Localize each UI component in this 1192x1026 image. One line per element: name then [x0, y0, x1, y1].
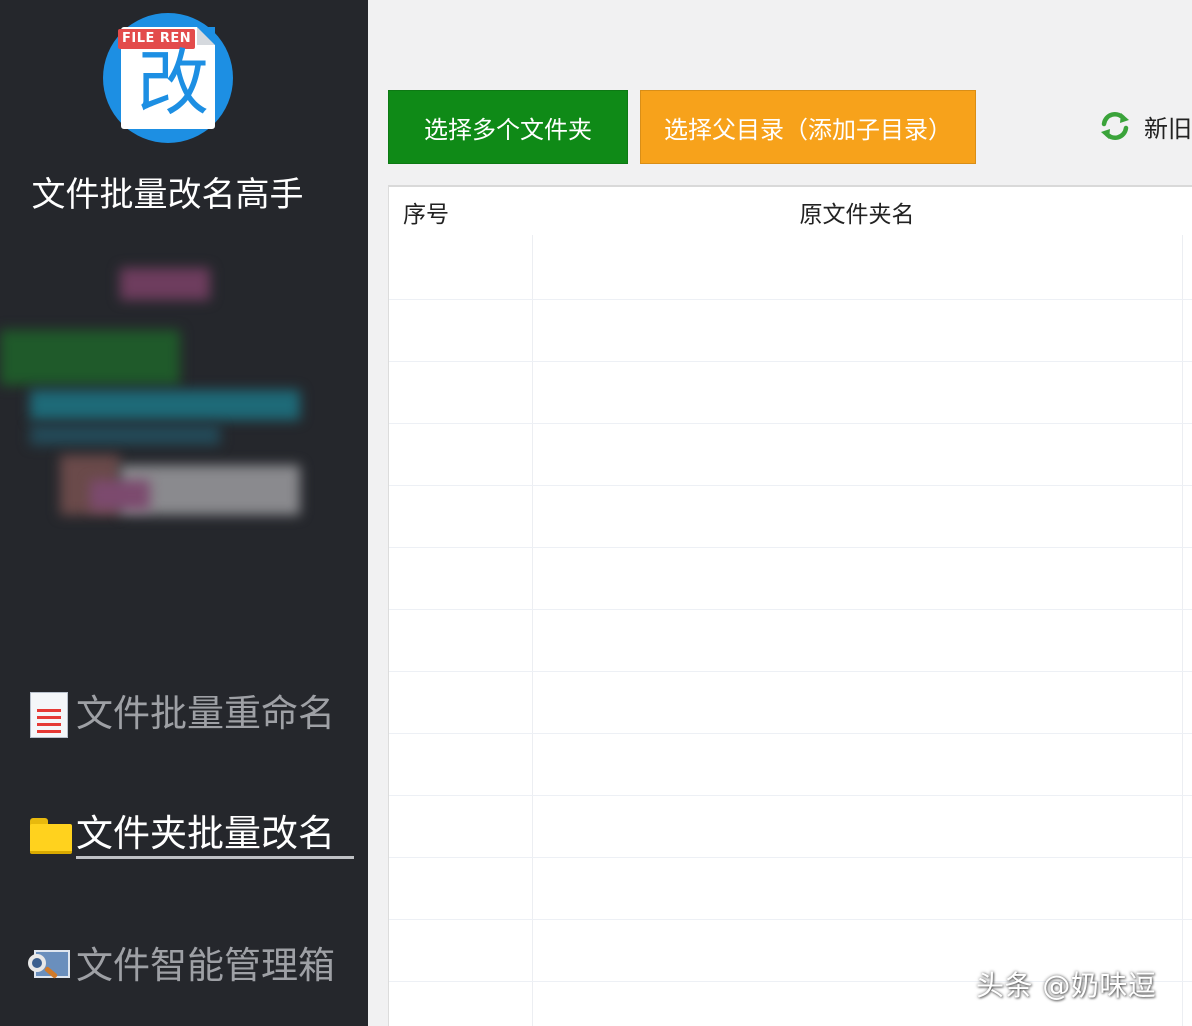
active-indicator: [76, 856, 354, 859]
document-list-icon: [28, 692, 72, 738]
redacted-block: [0, 330, 180, 385]
redacted-block: [30, 390, 300, 420]
sidebar-item-file-manager[interactable]: 文件智能管理箱: [28, 938, 335, 994]
folder-table[interactable]: 序号 原文件夹名: [388, 185, 1192, 1026]
watermark: 头条 @奶味逗: [976, 969, 1157, 1002]
column-header-original-name[interactable]: 原文件夹名: [531, 187, 1183, 235]
row-divider: [389, 361, 1192, 362]
sidebar: FILE REN 改 文件批量改名高手 文件批量重命名 文件夹批量改名 文件智能…: [0, 0, 368, 1026]
button-label: 选择父目录（添加子目录）: [664, 115, 952, 144]
row-divider: [389, 795, 1192, 796]
refresh-label: 新旧: [1144, 114, 1192, 143]
sidebar-item-file-rename[interactable]: 文件批量重命名: [28, 686, 335, 742]
refresh-icon: [1098, 109, 1132, 143]
button-label: 选择多个文件夹: [424, 115, 592, 144]
row-divider: [389, 609, 1192, 610]
logo-glyph: 改: [136, 41, 209, 125]
row-divider: [389, 547, 1192, 548]
redacted-block: [90, 480, 150, 510]
sidebar-item-label: 文件夹批量改名: [76, 812, 335, 855]
sidebar-item-label: 文件智能管理箱: [76, 944, 335, 987]
row-divider: [389, 733, 1192, 734]
row-divider: [389, 299, 1192, 300]
main-panel: 选择多个文件夹 选择父目录（添加子目录） 新旧 序号 原文件夹名: [368, 0, 1192, 1026]
column-divider: [1182, 187, 1183, 1026]
table-header: 序号 原文件夹名: [389, 187, 1192, 235]
redacted-block: [120, 268, 210, 300]
row-divider: [389, 857, 1192, 858]
app-title: 文件批量改名高手: [31, 175, 304, 215]
image-search-icon: [28, 944, 72, 988]
column-header-index[interactable]: 序号: [403, 187, 449, 235]
row-divider: [389, 919, 1192, 920]
row-divider: [389, 671, 1192, 672]
sidebar-item-folder-rename[interactable]: 文件夹批量改名: [28, 806, 335, 862]
row-divider: [389, 423, 1192, 424]
row-divider: [389, 485, 1192, 486]
folder-icon: [28, 812, 72, 856]
app-logo: FILE REN 改: [103, 13, 233, 143]
column-divider: [532, 187, 533, 1026]
refresh-button[interactable]: 新旧: [1098, 104, 1192, 148]
sidebar-item-label: 文件批量重命名: [76, 692, 335, 735]
select-parent-directory-button[interactable]: 选择父目录（添加子目录）: [640, 90, 976, 164]
redacted-block: [30, 425, 220, 445]
select-multiple-folders-button[interactable]: 选择多个文件夹: [388, 90, 628, 164]
